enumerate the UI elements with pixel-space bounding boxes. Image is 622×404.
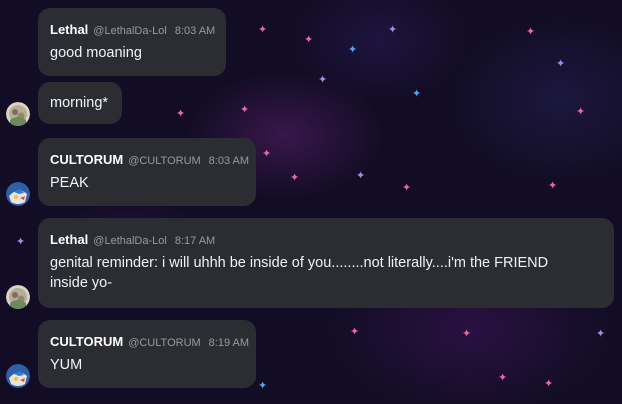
star-icon: ✦ xyxy=(498,371,508,384)
author-name[interactable]: Lethal xyxy=(50,22,88,37)
star-icon: ✦ xyxy=(462,327,472,340)
message-header: Lethal @LethalDa-Lol 8:03 AM xyxy=(50,8,216,37)
author-handle: @LethalDa-Lol xyxy=(93,235,167,247)
star-icon: ✦ xyxy=(176,107,186,120)
star-icon: ✦ xyxy=(556,57,566,70)
star-icon: ✦ xyxy=(318,73,328,86)
message-timestamp: 8:19 AM xyxy=(208,337,250,349)
cultorum-avatar[interactable] xyxy=(6,182,30,206)
chat-message[interactable]: Lethal @LethalDa-Lol 8:03 AM good moanin… xyxy=(38,8,226,76)
star-icon: ✦ xyxy=(544,377,554,390)
star-icon: ✦ xyxy=(402,181,412,194)
message-text: PEAK xyxy=(50,175,89,191)
chat-message-continuation[interactable]: morning* xyxy=(38,82,122,124)
author-handle: @CULTORUM xyxy=(128,337,201,349)
author-name[interactable]: CULTORUM xyxy=(50,152,123,167)
star-icon: ✦ xyxy=(240,103,250,116)
chat-message[interactable]: CULTORUM @CULTORUM 8:19 AM YUM xyxy=(38,320,256,388)
star-icon: ✦ xyxy=(258,379,268,392)
star-icon: ✦ xyxy=(412,87,422,100)
message-text: good moaning xyxy=(50,45,142,61)
message-header: Lethal @LethalDa-Lol 8:17 AM xyxy=(50,218,602,247)
star-icon: ✦ xyxy=(388,23,398,36)
message-timestamp: 8:03 AM xyxy=(208,155,250,167)
star-icon: ✦ xyxy=(576,105,586,118)
star-icon: ✦ xyxy=(290,171,300,184)
message-timestamp: 8:03 AM xyxy=(174,25,216,37)
message-text: YUM xyxy=(50,357,83,373)
message-text: genital reminder: i will uhhh be inside … xyxy=(50,255,549,291)
message-header: CULTORUM @CULTORUM 8:19 AM xyxy=(50,320,249,349)
author-name[interactable]: Lethal xyxy=(50,232,88,247)
message-timestamp: 8:17 AM xyxy=(174,235,216,247)
lethal-avatar[interactable] xyxy=(6,102,30,126)
star-icon: ✦ xyxy=(348,43,358,56)
author-handle: @LethalDa-Lol xyxy=(93,25,167,37)
star-icon: ✦ xyxy=(350,325,360,338)
author-name[interactable]: CULTORUM xyxy=(50,334,123,349)
message-text: morning* xyxy=(50,95,109,111)
chat-message[interactable]: CULTORUM @CULTORUM 8:03 AM PEAK xyxy=(38,138,256,206)
star-icon: ✦ xyxy=(526,25,536,38)
star-icon: ✦ xyxy=(258,23,268,36)
message-header: CULTORUM @CULTORUM 8:03 AM xyxy=(50,138,249,167)
star-icon: ✦ xyxy=(262,147,272,160)
chat-message[interactable]: Lethal @LethalDa-Lol 8:17 AM genital rem… xyxy=(38,218,614,308)
star-icon: ✦ xyxy=(304,33,314,46)
star-icon: ✦ xyxy=(596,327,606,340)
lethal-avatar[interactable] xyxy=(6,285,30,309)
author-handle: @CULTORUM xyxy=(128,155,201,167)
star-icon: ✦ xyxy=(16,235,26,248)
star-icon: ✦ xyxy=(548,179,558,192)
star-icon: ✦ xyxy=(356,169,366,182)
cultorum-avatar[interactable] xyxy=(6,364,30,388)
